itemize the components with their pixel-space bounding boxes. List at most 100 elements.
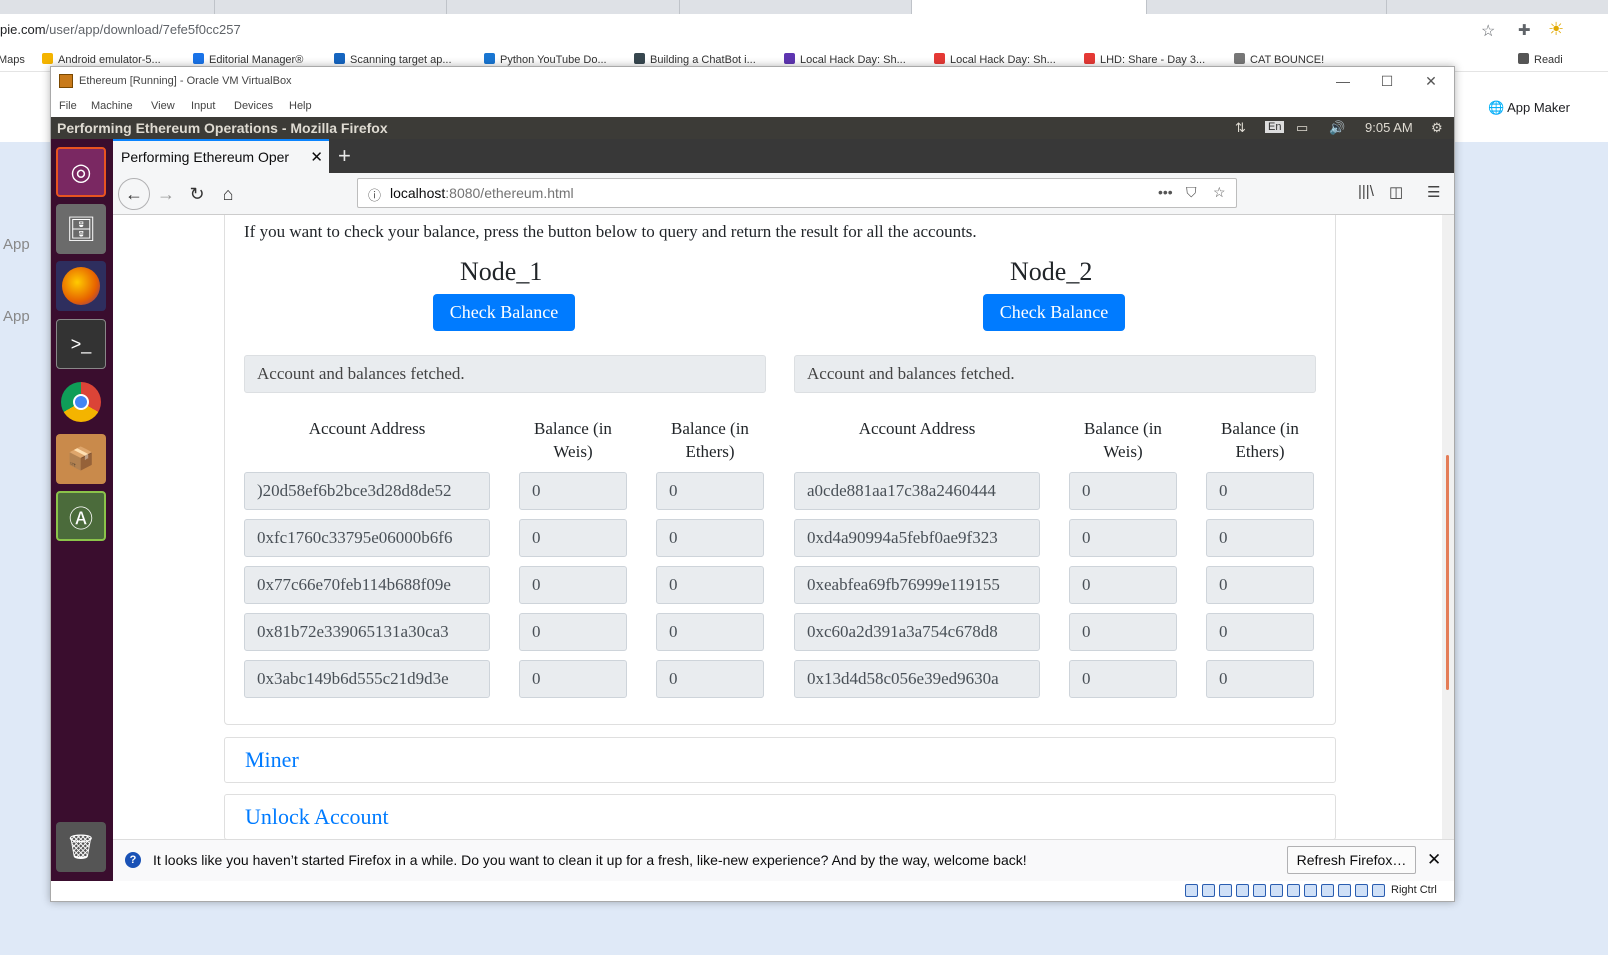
vbox-status-icon[interactable] xyxy=(1287,884,1300,897)
vbox-status-icon[interactable] xyxy=(1185,884,1198,897)
account-address-field[interactable]: 0x3abc149b6d555c21d9d3e xyxy=(244,660,490,698)
check-balance-button[interactable]: Check Balance xyxy=(433,294,575,331)
volume-icon[interactable]: 🔊 xyxy=(1329,120,1345,136)
balance-ethers-field[interactable]: 0 xyxy=(1206,519,1314,557)
account-address-field[interactable]: 0xeabfea69fb76999e119155 xyxy=(794,566,1040,604)
forward-button[interactable]: → xyxy=(151,180,181,208)
extensions-icon[interactable]: ✚ xyxy=(1518,21,1531,39)
check-balance-button[interactable]: Check Balance xyxy=(983,294,1125,331)
account-address-field[interactable]: 0xc60a2d391a3a754c678d8 xyxy=(794,613,1040,651)
firefox-icon[interactable] xyxy=(56,261,106,311)
new-tab-button[interactable]: + xyxy=(338,143,351,169)
unlock-account-link[interactable]: Unlock Account xyxy=(245,804,389,830)
balance-weis-field[interactable]: 0 xyxy=(519,613,627,651)
sun-extension-icon[interactable]: ☀ xyxy=(1548,19,1564,40)
bookmark-item[interactable]: Maps xyxy=(0,53,25,66)
back-button[interactable]: ← xyxy=(118,178,150,210)
chrome-tab[interactable] xyxy=(447,0,680,14)
notification-close-icon[interactable]: ✕ xyxy=(1427,850,1441,870)
unlock-account-section[interactable]: Unlock Account xyxy=(224,794,1336,839)
account-address-field[interactable]: 0xd4a90994a5febf0ae9f323 xyxy=(794,519,1040,557)
scrollbar-thumb[interactable] xyxy=(1446,455,1449,690)
account-address-field[interactable]: 0x77c66e70feb114b688f09e xyxy=(244,566,490,604)
menu-icon[interactable]: ☰ xyxy=(1427,183,1440,201)
software-center-icon[interactable]: 📦 xyxy=(56,434,106,484)
minimize-button[interactable]: — xyxy=(1323,71,1363,91)
bookmark-item[interactable]: Python YouTube Do... xyxy=(484,53,607,66)
bookmark-item[interactable]: Building a ChatBot i... xyxy=(634,53,756,66)
page-actions-icon[interactable]: ••• xyxy=(1158,184,1173,200)
balance-ethers-field[interactable]: 0 xyxy=(656,472,764,510)
vbox-menu-item[interactable]: Help xyxy=(289,100,312,112)
balance-weis-field[interactable]: 0 xyxy=(519,566,627,604)
account-address-field[interactable]: 0xfc1760c33795e06000b6f6 xyxy=(244,519,490,557)
miner-section[interactable]: Miner xyxy=(224,737,1336,783)
balance-ethers-field[interactable]: 0 xyxy=(656,660,764,698)
network-icon[interactable]: ⇅ xyxy=(1235,120,1246,136)
vbox-status-icon[interactable] xyxy=(1236,884,1249,897)
firefox-tab[interactable]: Performing Ethereum Oper ✕ xyxy=(113,139,329,173)
vbox-menu-item[interactable]: Devices xyxy=(234,100,273,112)
vbox-status-icon[interactable] xyxy=(1338,884,1351,897)
vbox-status-icon[interactable] xyxy=(1270,884,1283,897)
balance-weis-field[interactable]: 0 xyxy=(1069,566,1177,604)
account-address-field[interactable]: )20d58ef6b2bce3d28d8de52 xyxy=(244,472,490,510)
bookmark-item[interactable]: Editorial Manager® xyxy=(193,53,303,66)
home-button[interactable]: ⌂ xyxy=(213,180,243,208)
bookmark-item[interactable]: Android emulator-5... xyxy=(42,53,161,66)
bookmark-item[interactable]: Local Hack Day: Sh... xyxy=(934,53,1056,66)
vbox-menu-item[interactable]: View xyxy=(151,100,175,112)
reload-button[interactable]: ↻ xyxy=(182,180,212,208)
balance-weis-field[interactable]: 0 xyxy=(1069,613,1177,651)
star-icon[interactable]: ☆ xyxy=(1481,21,1495,41)
chrome-tab[interactable] xyxy=(215,0,447,14)
balance-ethers-field[interactable]: 0 xyxy=(1206,660,1314,698)
balance-weis-field[interactable]: 0 xyxy=(519,519,627,557)
balance-weis-field[interactable]: 0 xyxy=(1069,660,1177,698)
vbox-status-icon[interactable] xyxy=(1304,884,1317,897)
language-indicator[interactable]: En xyxy=(1265,121,1285,133)
bookmark-item[interactable]: Readi xyxy=(1518,53,1563,66)
chrome-tab[interactable] xyxy=(680,0,912,14)
balance-ethers-field[interactable]: 0 xyxy=(1206,613,1314,651)
balance-ethers-field[interactable]: 0 xyxy=(656,613,764,651)
refresh-firefox-button[interactable]: Refresh Firefox… xyxy=(1287,846,1416,874)
app-maker-link[interactable]: 🌐 App Maker xyxy=(1488,100,1570,116)
vbox-status-icon[interactable] xyxy=(1202,884,1215,897)
balance-ethers-field[interactable]: 0 xyxy=(656,519,764,557)
tab-close-icon[interactable]: ✕ xyxy=(310,148,323,166)
vbox-status-icon[interactable] xyxy=(1355,884,1368,897)
close-button[interactable]: ✕ xyxy=(1411,71,1451,91)
vbox-menu-item[interactable]: Machine xyxy=(91,100,133,112)
chrome-icon[interactable] xyxy=(56,377,106,427)
vbox-status-icon[interactable] xyxy=(1321,884,1334,897)
bookmark-star-icon[interactable]: ☆ xyxy=(1213,184,1226,201)
vbox-status-icon[interactable] xyxy=(1372,884,1385,897)
chrome-omnibox[interactable]: pie.com/user/app/download/7efe5f0cc257 ☆… xyxy=(0,14,1608,48)
balance-weis-field[interactable]: 0 xyxy=(519,472,627,510)
vbox-status-icon[interactable] xyxy=(1253,884,1266,897)
chrome-tab-active[interactable] xyxy=(912,0,1147,14)
settings-gear-icon[interactable]: ⚙ xyxy=(1431,120,1443,136)
ubuntu-dash-icon[interactable]: ◎ xyxy=(56,147,106,197)
terminal-icon[interactable]: >_ xyxy=(56,319,106,369)
chrome-url[interactable]: pie.com/user/app/download/7efe5f0cc257 xyxy=(0,22,241,37)
vbox-status-icon[interactable] xyxy=(1219,884,1232,897)
library-icon[interactable]: |||\ xyxy=(1358,183,1374,200)
updater-icon[interactable]: Ⓐ xyxy=(56,491,106,541)
account-address-field[interactable]: 0x81b72e339065131a30ca3 xyxy=(244,613,490,651)
balance-ethers-field[interactable]: 0 xyxy=(656,566,764,604)
sidebar-icon[interactable]: ◫ xyxy=(1389,183,1403,201)
chrome-tab[interactable] xyxy=(1147,0,1387,14)
files-icon[interactable]: 🗄 xyxy=(56,204,106,254)
chrome-tab[interactable] xyxy=(0,0,215,14)
miner-link[interactable]: Miner xyxy=(245,747,299,773)
balance-ethers-field[interactable]: 0 xyxy=(1206,472,1314,510)
pocket-icon[interactable]: ⛉ xyxy=(1186,184,1197,201)
clock[interactable]: 9:05 AM xyxy=(1365,120,1413,135)
page-scrollbar[interactable] xyxy=(1442,215,1454,839)
bookmark-item[interactable]: CAT BOUNCE! xyxy=(1234,53,1324,66)
bookmark-item[interactable]: LHD: Share - Day 3... xyxy=(1084,53,1205,66)
bookmark-item[interactable]: Scanning target ap... xyxy=(334,53,452,66)
account-address-field[interactable]: a0cde881aa17c38a2460444 xyxy=(794,472,1040,510)
